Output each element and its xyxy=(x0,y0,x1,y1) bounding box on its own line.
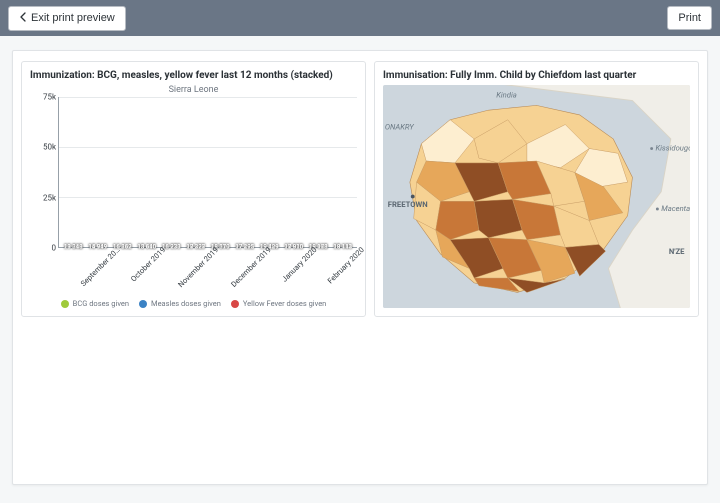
legend-item: Measles doses given xyxy=(139,299,221,308)
x-axis: September 20…October 2019November 2019De… xyxy=(58,248,357,296)
legend-swatch-icon xyxy=(61,300,69,308)
plot-area: 21 09019 31013 34819 59115 76914 94917 4… xyxy=(58,97,357,248)
app-header: Exit print preview Print xyxy=(0,0,720,36)
chart-title: Immunization: BCG, measles, yellow fever… xyxy=(30,68,357,85)
exit-print-preview-button[interactable]: Exit print preview xyxy=(8,6,126,31)
map-title: Immunisation: Fully Imm. Child by Chiefd… xyxy=(383,68,690,85)
legend-label: BCG doses given xyxy=(73,299,129,308)
map-label: ONAKRY xyxy=(385,122,414,131)
exit-button-label: Exit print preview xyxy=(31,12,115,24)
map-canvas[interactable]: FREETOWN ONAKRY Kindia Kissidougou Macen… xyxy=(383,85,690,308)
print-button-label: Print xyxy=(678,12,701,24)
y-tick: 0 xyxy=(52,244,57,253)
print-sheet: Immunization: BCG, measles, yellow fever… xyxy=(12,50,708,485)
legend-item: BCG doses given xyxy=(61,299,129,308)
legend-swatch-icon xyxy=(231,300,239,308)
chart-plot: 75k 50k 25k 0 21 09019 31013 34819 59115… xyxy=(30,97,357,248)
y-tick: 75k xyxy=(43,93,56,102)
y-tick: 50k xyxy=(43,143,56,152)
map-label: Kindia xyxy=(496,91,517,100)
map-svg-icon: FREETOWN ONAKRY Kindia Kissidougou Macen… xyxy=(383,85,690,308)
chart-legend: BCG doses given Measles doses given Yell… xyxy=(30,296,357,308)
legend-item: Yellow Fever doses given xyxy=(231,299,326,308)
map-label: FREETOWN xyxy=(388,200,428,209)
chevron-left-icon xyxy=(19,12,27,25)
legend-swatch-icon xyxy=(139,300,147,308)
map-label: Macenta xyxy=(661,204,690,213)
chart-subtitle: Sierra Leone xyxy=(30,85,357,95)
map-card: Immunisation: Fully Imm. Child by Chiefd… xyxy=(374,61,699,317)
map-label: Kissidougou xyxy=(655,143,690,152)
y-tick: 25k xyxy=(43,193,56,202)
map-label: N'ZE xyxy=(669,247,685,256)
legend-label: Yellow Fever doses given xyxy=(243,299,326,308)
legend-label: Measles doses given xyxy=(151,299,221,308)
print-button[interactable]: Print xyxy=(667,6,712,30)
chart-card: Immunization: BCG, measles, yellow fever… xyxy=(21,61,366,317)
y-axis: 75k 50k 25k 0 xyxy=(30,97,58,248)
